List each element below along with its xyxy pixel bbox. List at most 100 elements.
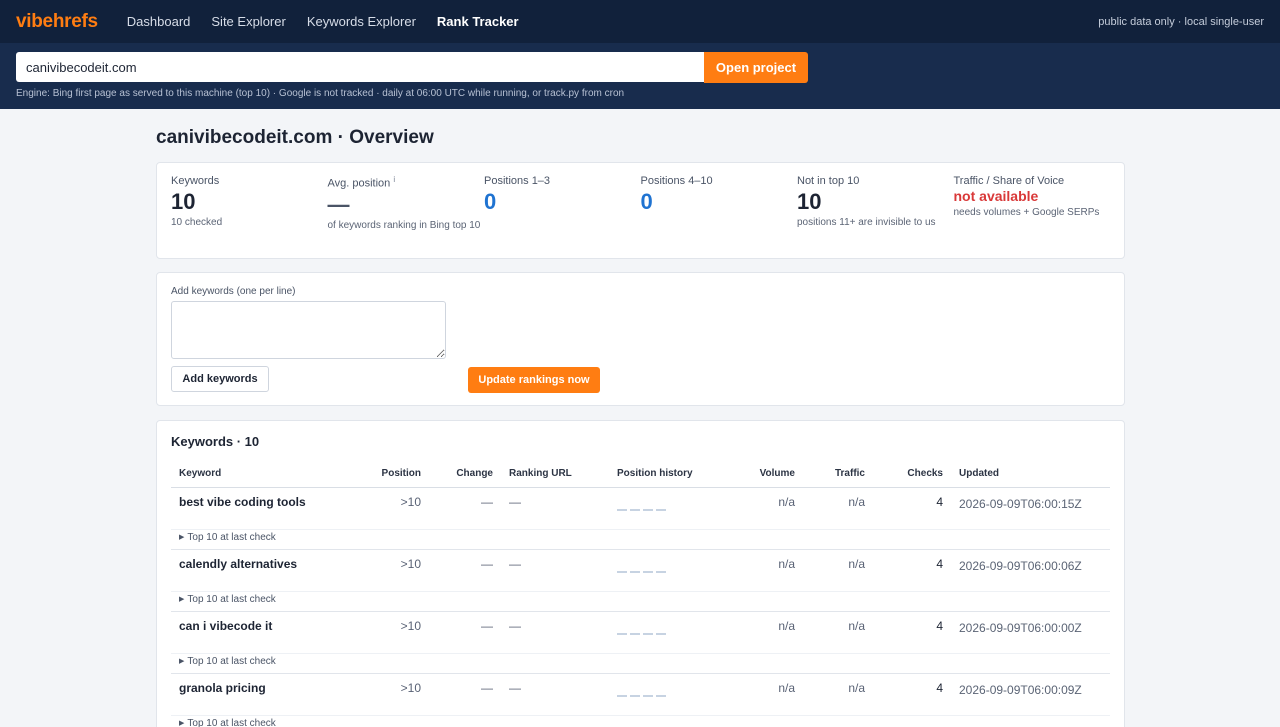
keyword-cell: calendly alternatives bbox=[179, 556, 298, 571]
stat-value: — bbox=[327, 191, 350, 217]
traffic-cell: n/a bbox=[848, 556, 865, 571]
data-scope-note: public data only · local single-user bbox=[1098, 15, 1264, 28]
change-cell: — bbox=[481, 680, 493, 695]
position-cell: >10 bbox=[400, 556, 421, 571]
change-cell: — bbox=[481, 556, 493, 571]
history-sparkline bbox=[617, 694, 721, 697]
ranking-url-cell: — bbox=[509, 618, 521, 633]
checks-cell: 4 bbox=[936, 680, 943, 695]
nav-site-explorer[interactable]: Site Explorer bbox=[211, 14, 285, 29]
triangle-right-icon: ▶ bbox=[179, 595, 185, 603]
col-updated[interactable]: Updated bbox=[951, 461, 1110, 488]
change-cell: — bbox=[481, 618, 493, 633]
info-icon[interactable]: i bbox=[393, 175, 395, 184]
history-sparkline bbox=[617, 508, 721, 511]
top10-label: Top 10 at last check bbox=[187, 593, 276, 605]
volume-cell: n/a bbox=[778, 680, 795, 695]
engine-note: Engine: Bing first page as served to thi… bbox=[16, 88, 625, 99]
stat-value: 0 bbox=[640, 189, 653, 214]
stat-positions-4-10: Positions 4–10 0 bbox=[641, 175, 798, 258]
stat-label: Positions 1–3 bbox=[484, 175, 551, 187]
stat-keywords: Keywords 10 10 checked bbox=[171, 175, 328, 258]
top-nav: vibehrefs Dashboard Site Explorer Keywor… bbox=[0, 0, 1280, 43]
keyword-cell: granola pricing bbox=[179, 680, 266, 695]
stat-positions-1-3: Positions 1–3 0 bbox=[484, 175, 641, 258]
stat-label: Positions 4–10 bbox=[640, 175, 713, 187]
top10-label: Top 10 at last check bbox=[187, 655, 276, 667]
open-project-button[interactable]: Open project bbox=[704, 52, 808, 83]
col-change[interactable]: Change bbox=[429, 461, 501, 488]
volume-cell: n/a bbox=[778, 556, 795, 571]
logo[interactable]: vibehrefs bbox=[16, 11, 98, 33]
history-sparkline bbox=[617, 570, 721, 573]
table-row: can i vibecode it >10 — — n/a n/a 4 2026… bbox=[171, 611, 1110, 653]
checks-cell: 4 bbox=[936, 494, 943, 509]
stat-sub: needs volumes + Google SERPs bbox=[953, 207, 1100, 219]
details-row: ▶ Top 10 at last check bbox=[171, 590, 1110, 612]
volume-cell: n/a bbox=[778, 618, 795, 633]
updated-cell: 2026-09-09T06:00:15Z bbox=[959, 496, 1082, 511]
top10-toggle[interactable]: ▶ Top 10 at last check bbox=[171, 528, 1110, 550]
position-history-cell bbox=[609, 673, 729, 715]
position-cell: >10 bbox=[400, 618, 421, 633]
position-history-cell bbox=[609, 487, 729, 529]
col-position[interactable]: Position bbox=[357, 461, 429, 488]
stat-sub: positions 11+ are invisible to us bbox=[797, 217, 936, 229]
top10-toggle[interactable]: ▶ Top 10 at last check bbox=[171, 714, 1110, 727]
nav-dashboard[interactable]: Dashboard bbox=[127, 14, 191, 29]
stat-avg-position: Avg. position i — of keywords ranking in… bbox=[328, 175, 485, 258]
keywords-textarea[interactable] bbox=[171, 301, 446, 359]
top10-toggle[interactable]: ▶ Top 10 at last check bbox=[171, 590, 1110, 612]
checks-cell: 4 bbox=[936, 556, 943, 571]
ranking-url-cell: — bbox=[509, 556, 521, 571]
page-title: canivibecodeit.com · Overview bbox=[156, 127, 434, 148]
add-keywords-button[interactable]: Add keywords bbox=[171, 366, 269, 392]
traffic-cell: n/a bbox=[848, 680, 865, 695]
position-history-cell bbox=[609, 549, 729, 591]
domain-input[interactable] bbox=[16, 52, 704, 82]
table-row: best vibe coding tools >10 — — n/a n/a 4… bbox=[171, 487, 1110, 529]
change-cell: — bbox=[481, 494, 493, 509]
update-rankings-button[interactable]: Update rankings now bbox=[468, 367, 600, 393]
top10-label: Top 10 at last check bbox=[187, 717, 276, 727]
add-keywords-panel: Add keywords (one per line) Add keywords… bbox=[156, 272, 1125, 406]
add-keywords-label: Add keywords (one per line) bbox=[171, 286, 296, 297]
project-search-bar: Open project Engine: Bing first page as … bbox=[0, 43, 1280, 109]
keyword-cell: best vibe coding tools bbox=[179, 494, 306, 509]
ranking-url-cell: — bbox=[509, 494, 521, 509]
stat-not-in-top-10: Not in top 10 10 positions 11+ are invis… bbox=[797, 175, 954, 258]
position-cell: >10 bbox=[400, 680, 421, 695]
col-traffic[interactable]: Traffic bbox=[803, 461, 873, 488]
table-row: calendly alternatives >10 — — n/a n/a 4 … bbox=[171, 549, 1110, 591]
stat-label: Traffic / Share of Voice bbox=[953, 175, 1065, 187]
updated-cell: 2026-09-09T06:00:09Z bbox=[959, 682, 1082, 697]
stat-value: not available bbox=[953, 188, 1039, 204]
position-history-cell bbox=[609, 611, 729, 653]
stat-value: 0 bbox=[484, 189, 497, 214]
stat-value: 10 bbox=[171, 189, 196, 214]
col-keyword[interactable]: Keyword bbox=[171, 461, 357, 488]
col-position-history: Position history bbox=[609, 461, 729, 488]
table-row: granola pricing >10 — — n/a n/a 4 2026-0… bbox=[171, 673, 1110, 715]
history-sparkline bbox=[617, 632, 721, 635]
updated-cell: 2026-09-09T06:00:06Z bbox=[959, 558, 1082, 573]
col-volume[interactable]: Volume bbox=[729, 461, 803, 488]
triangle-right-icon: ▶ bbox=[179, 719, 185, 727]
nav-keywords-explorer[interactable]: Keywords Explorer bbox=[307, 14, 416, 29]
stat-sub: 10 checked bbox=[171, 217, 223, 229]
keywords-title: Keywords · 10 bbox=[171, 434, 260, 449]
main-content: canivibecodeit.com · Overview Keywords 1… bbox=[156, 127, 1125, 727]
top10-toggle[interactable]: ▶ Top 10 at last check bbox=[171, 652, 1110, 674]
stat-label: Not in top 10 bbox=[797, 175, 860, 187]
traffic-cell: n/a bbox=[848, 618, 865, 633]
stat-label: Avg. position bbox=[327, 177, 391, 190]
col-checks[interactable]: Checks bbox=[873, 461, 951, 488]
keywords-table: Keyword Position Change Ranking URL Posi… bbox=[171, 461, 1110, 727]
stat-sub: of keywords ranking in Bing top 10 bbox=[327, 219, 481, 231]
position-cell: >10 bbox=[400, 494, 421, 509]
top10-label: Top 10 at last check bbox=[187, 531, 276, 543]
updated-cell: 2026-09-09T06:00:00Z bbox=[959, 620, 1082, 635]
triangle-right-icon: ▶ bbox=[179, 657, 185, 665]
nav-rank-tracker[interactable]: Rank Tracker bbox=[437, 14, 519, 29]
col-ranking-url[interactable]: Ranking URL bbox=[501, 461, 609, 488]
